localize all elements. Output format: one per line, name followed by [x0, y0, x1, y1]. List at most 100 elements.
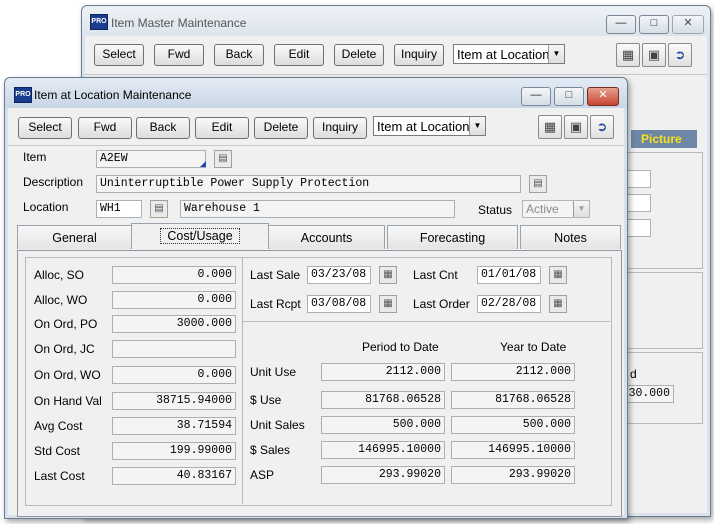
- field-value: 38.71594: [112, 417, 236, 435]
- item-master-titlebar[interactable]: PRO Item Master Maintenance — □ ✕: [82, 6, 710, 36]
- tab-general[interactable]: General: [17, 225, 132, 249]
- maximize-button[interactable]: □: [554, 87, 584, 106]
- last-order-label: Last Order: [413, 297, 470, 311]
- tab-cost-usage-label: Cost/Usage: [160, 228, 240, 244]
- calendar-icon[interactable]: ▦: [379, 295, 397, 313]
- item-at-location-titlebar[interactable]: PRO Item at Location Maintenance — □ ✕: [5, 78, 627, 108]
- last-cnt-field[interactable]: 01/01/08: [477, 266, 541, 284]
- period-to-date-value: 81768.06528: [321, 391, 445, 409]
- year-to-date-value: 81768.06528: [451, 391, 575, 409]
- tab-accounts[interactable]: Accounts: [268, 225, 385, 249]
- fwd-button[interactable]: Fwd: [154, 44, 204, 66]
- chevron-down-icon[interactable]: ▼: [573, 201, 589, 217]
- period-to-date-value: 146995.10000: [321, 441, 445, 459]
- view-dropdown-value: Item at Location: [457, 47, 550, 62]
- location-lookup-icon[interactable]: ▤: [150, 200, 168, 218]
- field-label: Alloc, SO: [34, 268, 85, 282]
- description-notes-icon[interactable]: ▤: [529, 175, 547, 193]
- item-field[interactable]: A2EW: [96, 150, 206, 168]
- tab-bar: General Cost/Usage Accounts Forecasting …: [17, 223, 621, 251]
- status-dropdown[interactable]: Active ▼: [522, 200, 590, 218]
- maximize-button[interactable]: □: [639, 15, 669, 34]
- usage-row-label: $ Use: [250, 393, 282, 407]
- last-sale-label: Last Sale: [250, 268, 301, 282]
- last-order-field[interactable]: 02/28/08: [477, 295, 541, 313]
- location-code-field[interactable]: WH1: [96, 200, 142, 218]
- close-button[interactable]: ✕: [672, 15, 704, 34]
- calendar-icon[interactable]: ▦: [379, 266, 397, 284]
- field-label: On Ord, PO: [34, 317, 98, 331]
- fwd-button[interactable]: Fwd: [78, 117, 132, 139]
- partial-panel: d 30.000: [623, 352, 703, 424]
- edit-button[interactable]: Edit: [195, 117, 249, 139]
- status-value: Active: [526, 202, 559, 216]
- app-logo-icon: PRO: [90, 14, 108, 30]
- description-field[interactable]: Uninterruptible Power Supply Protection: [96, 175, 521, 193]
- edit-button[interactable]: Edit: [274, 44, 324, 66]
- field-value: 3000.000: [112, 315, 236, 333]
- tab-notes[interactable]: Notes: [520, 225, 621, 249]
- back-button[interactable]: Back: [214, 44, 264, 66]
- save-icon[interactable]: ▦: [616, 43, 640, 67]
- description-label: Description: [23, 175, 84, 189]
- field-value: 38715.94000: [112, 392, 236, 410]
- back-button[interactable]: Back: [136, 117, 190, 139]
- delete-button[interactable]: Delete: [334, 44, 384, 66]
- last-rcpt-field[interactable]: 03/08/08: [307, 295, 371, 313]
- field-label: Last Cost: [34, 469, 85, 483]
- field-label: Avg Cost: [34, 419, 83, 433]
- item-at-location-title: Item at Location Maintenance: [34, 88, 192, 102]
- tab-cost-usage[interactable]: Cost/Usage: [131, 223, 269, 249]
- year-to-date-value: 2112.000: [451, 363, 575, 381]
- chevron-down-icon[interactable]: ▼: [548, 45, 564, 63]
- vertical-divider: [242, 258, 243, 504]
- clear-icon[interactable]: ▣: [564, 115, 588, 139]
- last-cnt-label: Last Cnt: [413, 268, 458, 282]
- field-label: On Ord, WO: [34, 368, 101, 382]
- delete-button[interactable]: Delete: [254, 117, 308, 139]
- close-button[interactable]: ✕: [587, 87, 619, 106]
- field-value: [112, 340, 236, 358]
- exit-icon[interactable]: ➲: [590, 115, 614, 139]
- last-sale-field[interactable]: 03/23/08: [307, 266, 371, 284]
- chevron-down-icon[interactable]: ▼: [469, 117, 485, 135]
- exit-icon[interactable]: ➲: [668, 43, 692, 67]
- item-lookup-icon[interactable]: ▤: [214, 150, 232, 168]
- picture-header: Picture: [631, 130, 697, 148]
- last-rcpt-label: Last Rcpt: [250, 297, 301, 311]
- inquiry-button[interactable]: Inquiry: [313, 117, 367, 139]
- select-button[interactable]: Select: [94, 44, 144, 66]
- view-dropdown[interactable]: Item at Location ▼: [453, 44, 565, 64]
- field-label: On Ord, JC: [34, 342, 95, 356]
- clear-icon[interactable]: ▣: [642, 43, 666, 67]
- calendar-icon[interactable]: ▦: [549, 295, 567, 313]
- minimize-button[interactable]: —: [521, 87, 551, 106]
- field-value: 0.000: [112, 291, 236, 309]
- period-to-date-value: 2112.000: [321, 363, 445, 381]
- save-icon[interactable]: ▦: [538, 115, 562, 139]
- period-to-date-value: 500.000: [321, 416, 445, 434]
- picture-field-3[interactable]: [625, 219, 651, 237]
- item-at-location-window: PRO Item at Location Maintenance — □ ✕ S…: [4, 77, 628, 519]
- view-dropdown[interactable]: Item at Location ▼: [373, 116, 486, 136]
- lookup-corner-icon: [200, 161, 206, 167]
- status-label: Status: [478, 203, 513, 217]
- picture-field-2[interactable]: [625, 194, 651, 212]
- picture-field-1[interactable]: [625, 170, 651, 188]
- item-master-title: Item Master Maintenance: [111, 16, 247, 30]
- inquiry-button[interactable]: Inquiry: [394, 44, 444, 66]
- select-button[interactable]: Select: [18, 117, 72, 139]
- toolbar-divider: [8, 145, 624, 146]
- field-value: 199.99000: [112, 442, 236, 460]
- year-to-date-value: 500.000: [451, 416, 575, 434]
- location-name-field: Warehouse 1: [180, 200, 455, 218]
- app-logo-icon: PRO: [14, 87, 32, 103]
- field-value: 0.000: [112, 366, 236, 384]
- field-value: 0.000: [112, 266, 236, 284]
- lower-panel: [623, 272, 703, 349]
- tab-forecasting[interactable]: Forecasting: [387, 225, 518, 249]
- period-to-date-value: 293.99020: [321, 466, 445, 484]
- partial-value: 30.000: [624, 385, 674, 403]
- minimize-button[interactable]: —: [606, 15, 636, 34]
- calendar-icon[interactable]: ▦: [549, 266, 567, 284]
